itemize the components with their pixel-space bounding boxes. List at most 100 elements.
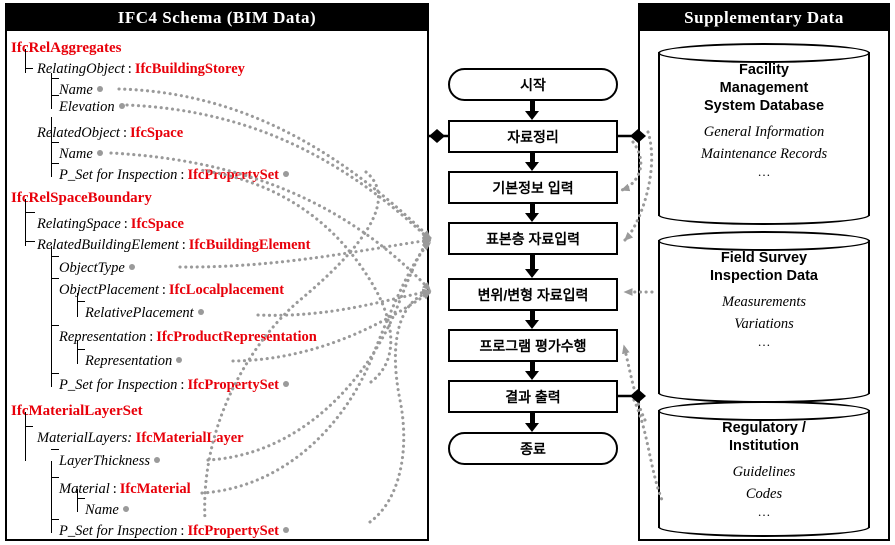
schema-attribute-name: LayerThickness <box>59 453 151 469</box>
supplementary-data-panel-title: Supplementary Data <box>640 5 888 31</box>
flow-step-7[interactable]: 결과 출력 <box>448 380 618 413</box>
schema-attribute: P_Set for Inspection: IfcPropertySet <box>59 378 289 393</box>
flow-step-label: 자료정리 <box>507 128 559 145</box>
database-ellipsis: … <box>757 504 771 519</box>
tree-connector-tick <box>25 68 33 69</box>
link-anchor-dot <box>197 309 204 315</box>
schema-entity: IfcMaterialLayerSet <box>11 404 143 419</box>
schema-attribute-type: IfcBuildingElement <box>188 237 311 253</box>
schema-attribute-type: IfcMaterial <box>119 481 191 497</box>
tree-connector-tick <box>51 519 59 520</box>
schema-attribute: P_Set for Inspection: IfcPropertySet <box>59 168 289 183</box>
schema-entity-name: IfcRelAggregates <box>11 40 122 56</box>
cylinder-top <box>658 43 870 63</box>
tree-connector-tick <box>77 498 85 499</box>
database-title-line: Regulatory / <box>722 420 806 436</box>
schema-attribute-name: RelatedBuildingElement <box>37 237 179 253</box>
flow-step-5[interactable]: 변위/변형 자료입력 <box>448 278 618 311</box>
flow-step-label: 변위/변형 자료입력 <box>477 286 589 303</box>
tree-connector-tick <box>51 325 59 326</box>
schema-attribute-name: Representation <box>85 353 173 369</box>
schema-attribute-name: P_Set for Inspection <box>59 377 178 393</box>
schema-attribute-name: RelatingSpace <box>37 216 121 232</box>
schema-attribute: RelatedObject: IfcSpace <box>37 126 183 141</box>
schema-separator: : <box>127 61 132 77</box>
supplementary-data-panel: Supplementary Data Facility Management Sys… <box>638 3 890 541</box>
database-title-line: System Database <box>703 98 825 114</box>
schema-separator: : <box>149 329 154 345</box>
schema-attribute-name: Representation <box>59 329 147 345</box>
flow-step-3[interactable]: 기본정보 입력 <box>448 171 618 204</box>
flow-step-label: 종료 <box>520 440 546 457</box>
schema-attribute-name: Name <box>85 502 119 518</box>
flow-step-8[interactable]: 종료 <box>448 432 618 465</box>
database-title-line: Field Survey <box>720 250 808 266</box>
link-anchor-dot <box>282 527 289 533</box>
schema-attribute: ObjectType <box>59 261 135 276</box>
schema-attribute-type: IfcSpace <box>129 125 184 141</box>
database-title-line: Management <box>719 80 809 96</box>
tree-connector-tick <box>51 163 59 164</box>
database-title-line: Institution <box>728 438 800 454</box>
ifc-schema-tree: IfcRelAggregates RelatingObject: IfcBuildi… <box>7 31 427 539</box>
cylinder-top <box>658 401 870 421</box>
schema-attribute-name: RelatedObject <box>37 125 120 141</box>
flow-step-label: 기본정보 입력 <box>492 179 574 196</box>
link-anchor-dot <box>96 86 103 92</box>
schema-attribute: RelatingSpace: IfcSpace <box>37 217 184 232</box>
ifc-schema-panel-title: IFC4 Schema (BIM Data) <box>7 5 427 31</box>
schema-attribute-name: MaterialLayers: <box>37 430 133 446</box>
database-item: Codes <box>745 486 783 502</box>
schema-separator: : <box>181 237 186 253</box>
link-anchor-dot <box>96 150 103 156</box>
database-cylinder[interactable]: Field Survey Inspection Data Measurements V… <box>658 231 870 403</box>
schema-attribute: Elevation <box>59 100 125 115</box>
flow-step-4[interactable]: 표본층 자료입력 <box>448 222 618 255</box>
schema-attribute: Name <box>85 503 129 518</box>
flow-step-label: 결과 출력 <box>505 388 561 405</box>
schema-attribute-type: IfcProductRepresentation <box>156 329 317 345</box>
flow-step-2[interactable]: 자료정리 <box>448 120 618 153</box>
database-ellipsis: … <box>757 164 771 179</box>
schema-separator: : <box>180 523 185 539</box>
schema-entity-name: IfcMaterialLayerSet <box>11 403 143 419</box>
database-title-line: Inspection Data <box>710 268 818 284</box>
schema-attribute: P_Set for Inspection: IfcPropertySet <box>59 524 289 539</box>
database-cylinder[interactable]: Regulatory / Institution Guidelines Codes… <box>658 401 870 537</box>
schema-attribute-name: Name <box>59 82 93 98</box>
schema-entity-name: IfcRelSpaceBoundary <box>11 190 152 206</box>
tree-connector <box>77 293 78 317</box>
schema-attribute-type: IfcMaterialLayer <box>135 430 244 446</box>
cylinder-top <box>658 231 870 251</box>
schema-attribute: Name <box>59 147 103 162</box>
link-anchor-dot <box>176 357 183 363</box>
schema-attribute-name: Name <box>59 146 93 162</box>
process-flowchart: 시작자료정리기본정보 입력표본층 자료입력변위/변형 자료입력프로그램 평가수행… <box>433 0 638 545</box>
schema-entity: IfcRelSpaceBoundary <box>11 191 152 206</box>
link-anchor-dot <box>118 103 125 109</box>
flow-step-label: 프로그램 평가수행 <box>479 337 587 354</box>
schema-attribute: Representation <box>85 353 183 369</box>
schema-separator: : <box>123 216 128 232</box>
database-cylinder[interactable]: Facility Management System Database General… <box>658 43 870 225</box>
link-anchor-dot <box>282 381 289 387</box>
tree-connector-tick <box>51 256 59 257</box>
tree-connector <box>77 489 78 512</box>
database-title-line: Facility <box>739 62 789 78</box>
database-item: General Information <box>703 124 825 140</box>
flow-step-1[interactable]: 시작 <box>448 68 618 101</box>
database-content: Facility Management System Database General… <box>658 61 870 213</box>
flow-step-label: 시작 <box>520 76 546 93</box>
tree-connector-tick <box>25 212 35 213</box>
link-anchor-dot <box>282 171 289 177</box>
schema-attribute: RelatingObject: IfcBuildingStorey <box>37 62 245 77</box>
tree-connector-tick <box>51 142 59 143</box>
tree-connector-tick <box>25 241 35 242</box>
schema-attribute: LayerThickness <box>59 453 161 469</box>
schema-separator: : <box>161 282 166 298</box>
flow-step-6[interactable]: 프로그램 평가수행 <box>448 329 618 362</box>
database-stack: Facility Management System Database General… <box>640 31 888 539</box>
tree-connector-tick <box>51 78 59 79</box>
schema-attribute-type: IfcSpace <box>130 216 184 232</box>
tree-connector-tick <box>51 449 59 450</box>
